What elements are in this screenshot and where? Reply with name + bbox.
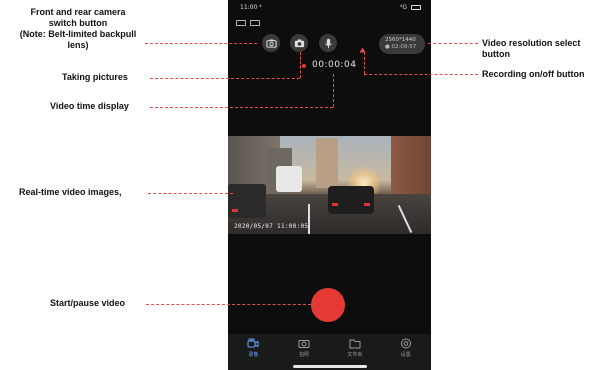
switch-camera-icon xyxy=(265,38,277,48)
leader-line-taking-pictures xyxy=(150,78,300,79)
video-scene-car xyxy=(328,186,374,214)
annotation-line: (Note: Belt-limited backpull xyxy=(19,29,137,39)
camera-switch-button[interactable] xyxy=(262,34,280,52)
annotation-video-time: Video time display xyxy=(50,101,129,111)
camera-icon xyxy=(294,38,304,47)
leader-line-taking-pictures xyxy=(300,52,301,78)
home-indicator xyxy=(293,365,367,368)
recording-duration: ● 02:09:57 xyxy=(385,44,417,50)
leader-line-realtime-video xyxy=(148,193,233,194)
leader-arrowhead xyxy=(359,47,366,53)
recording-toggle-button[interactable] xyxy=(319,34,337,52)
annotation-recording-toggle: Recording on/off button xyxy=(482,69,585,79)
annotation-line: Video resolution select xyxy=(482,38,581,48)
tab-settings[interactable]: 设置 xyxy=(380,334,431,370)
camera-icon xyxy=(298,340,310,348)
annotation-realtime-video: Real-time video images, xyxy=(19,187,122,197)
settings-icon xyxy=(400,338,411,349)
leader-line-camera-switch xyxy=(145,43,257,44)
leader-line-start-pause xyxy=(146,304,311,305)
sd-card-icon xyxy=(250,20,260,26)
leader-line-resolution xyxy=(428,43,478,44)
tab-label: 设置 xyxy=(400,352,411,358)
video-scene-tower xyxy=(316,138,338,188)
recording-indicator-dot xyxy=(302,64,306,68)
connection-indicators xyxy=(236,20,260,26)
status-bar: 11:00 ⁴ ⁴G xyxy=(228,2,431,14)
phone-screen: 11:00 ⁴ ⁴G 2560*1440 ● 02:09:57 00:00:04 xyxy=(228,0,431,370)
leader-line-video-time xyxy=(150,107,333,108)
annotation-line: Front and rear camera xyxy=(30,7,126,17)
tab-label: 拍照 xyxy=(299,352,310,358)
leader-line-recording xyxy=(364,52,365,74)
folder-icon xyxy=(349,339,361,349)
annotation-line: switch button xyxy=(48,18,108,28)
annotation-start-pause: Start/pause video xyxy=(50,298,126,308)
signal-text: ⁴G xyxy=(400,4,408,11)
annotation-taking-pictures: Taking pictures xyxy=(62,72,128,82)
status-time: 11:00 ⁴ xyxy=(240,4,262,11)
take-picture-button[interactable] xyxy=(290,34,308,52)
dashcam-battery-icon xyxy=(236,20,246,26)
resolution-select-button[interactable]: 2560*1440 ● 02:09:57 xyxy=(379,34,425,54)
video-timestamp: 2020/05/07 11:00:05 xyxy=(234,223,309,230)
resolution-value: 2560*1440 xyxy=(385,37,416,43)
battery-icon xyxy=(411,5,421,10)
video-camera-icon xyxy=(247,338,259,348)
annotation-line: button xyxy=(482,49,510,59)
leader-line-video-time xyxy=(333,74,334,107)
tab-label: 文件夹 xyxy=(347,352,363,358)
annotation-resolution-select: Video resolution select button xyxy=(482,38,580,60)
start-pause-video-button[interactable] xyxy=(311,288,345,322)
leader-line-recording xyxy=(364,74,478,75)
status-indicators: ⁴G xyxy=(400,4,421,11)
annotation-line: lens) xyxy=(67,40,89,50)
annotation-camera-switch: Front and rear camera switch button (Not… xyxy=(4,7,152,51)
tab-label: 录像 xyxy=(248,352,259,358)
microphone-icon xyxy=(324,38,332,48)
tab-record[interactable]: 录像 xyxy=(228,334,279,370)
live-video-view[interactable]: 2020/05/07 11:00:05 xyxy=(228,136,431,234)
video-timer: 00:00:04 xyxy=(312,60,357,70)
video-scene-van xyxy=(276,166,302,192)
video-scene-car xyxy=(228,184,266,218)
